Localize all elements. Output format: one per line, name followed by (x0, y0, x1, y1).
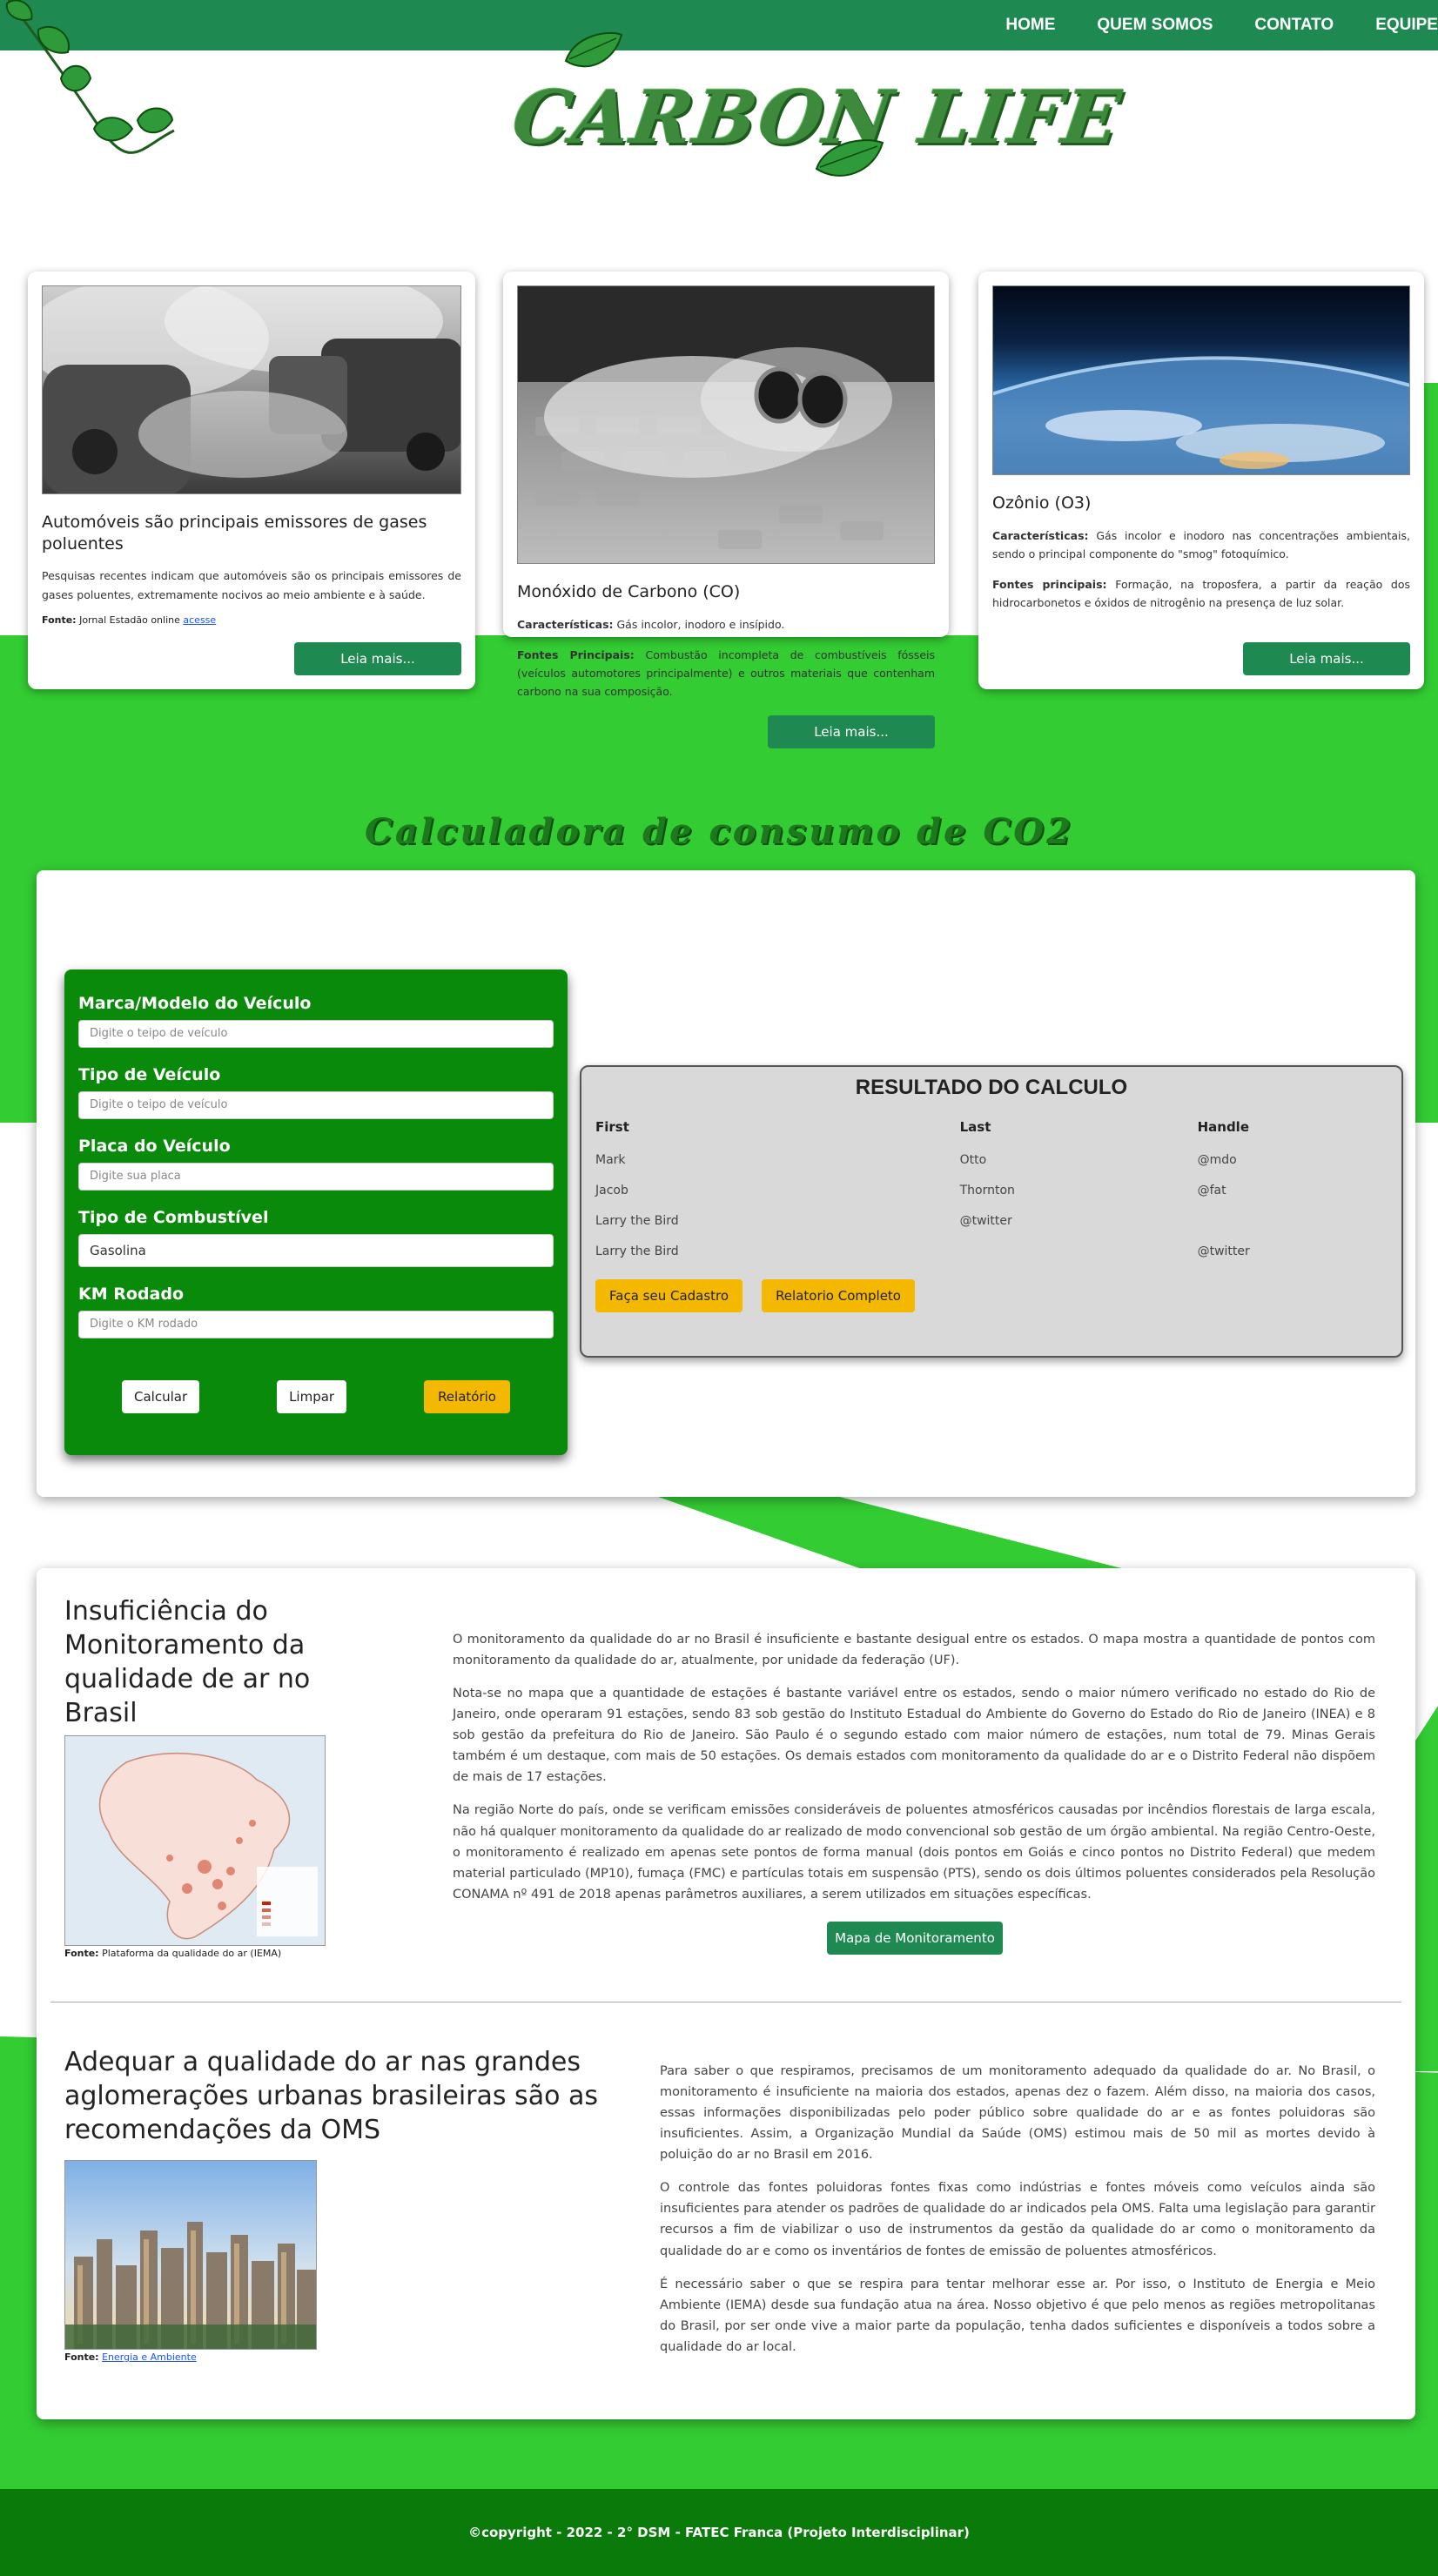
read-more-button[interactable]: Leia mais... (294, 642, 461, 675)
card-image-earth (992, 285, 1410, 475)
source-text: Plataforma da qualidade do ar (IEMA) (102, 1948, 282, 1959)
source-label: Fonte: (42, 614, 77, 626)
result-buttons: Faça seu Cadastro Relatorio Completo (595, 1279, 1388, 1312)
calculate-button[interactable]: Calcular (122, 1380, 200, 1413)
paragraph: Na região Norte do país, onde se verific… (453, 1803, 1375, 1902)
nav-equipe[interactable]: EQUIPE (1375, 16, 1438, 35)
characteristics-label: Características: (992, 528, 1089, 542)
source-link[interactable]: acesse (183, 614, 216, 626)
table-row: Larry the Bird @twitter (595, 1206, 1388, 1237)
read-more-button[interactable]: Leia mais... (768, 715, 935, 748)
nav-home[interactable]: HOME (1005, 16, 1055, 35)
map-source: Fonte: Plataforma da qualidade do ar (IE… (64, 1948, 281, 1959)
table-cell: @twitter (1197, 1244, 1250, 1258)
footer-copyright: ©copyright - 2022 - 2° DSM - FATEC Franc… (468, 2525, 970, 2540)
section-body: Para saber o que respiramos, precisamos … (660, 2061, 1375, 2370)
field-label: KM Rodado (78, 1285, 185, 1304)
leaf-icon (564, 31, 623, 68)
card-image-traffic (42, 285, 461, 494)
table-row: Mark Otto @mdo (595, 1145, 1388, 1176)
fuel-type-select[interactable]: Gasolina (78, 1234, 554, 1267)
card-characteristics: Características: Gás incolor, inodoro e … (517, 615, 935, 634)
result-table: First Last Handle Mark Otto @mdo Jacob T… (595, 1114, 1388, 1267)
city-source: Fonte: Energia e Ambiente (64, 2351, 197, 2363)
article-card-automoveis: Automóveis são principais emissores de g… (28, 272, 475, 689)
table-cell: @twitter (959, 1214, 1012, 1228)
table-cell (1198, 1206, 1388, 1237)
table-cell: @fat (1197, 1184, 1226, 1197)
table-cell: Larry the Bird (595, 1214, 679, 1228)
article-card-ozonio: Ozônio (O3) Características: Gás incolor… (978, 272, 1424, 689)
paragraph: O monitoramento da qualidade do ar no Br… (453, 1633, 1375, 1668)
vehicle-model-input[interactable]: Digite o teipo de veículo (78, 1020, 554, 1048)
calculator-form: Marca/Modelo do Veículo Digite o teipo d… (64, 969, 568, 1455)
section-body: O monitoramento da qualidade do ar no Br… (453, 1629, 1375, 1917)
full-report-button[interactable]: Relatorio Completo (762, 1279, 915, 1312)
nav-contato[interactable]: CONTATO (1254, 16, 1334, 35)
card-image-exhaust (517, 285, 935, 564)
result-title: RESULTADO DO CALCULO (855, 1076, 1128, 1099)
card-sources: Fontes principais: Formação, na troposfe… (992, 575, 1410, 613)
source-label: Fonte: (64, 1948, 99, 1959)
card-title: Automóveis são principais emissores de g… (42, 513, 427, 553)
sources-label: Fontes principais: (992, 578, 1107, 592)
table-cell: Larry the Bird (595, 1244, 679, 1258)
source-label: Fonte: (64, 2351, 99, 2363)
monitoring-map-image (64, 1735, 326, 1946)
paragraph: Para saber o que respiramos, precisamos … (660, 2064, 1375, 2163)
nav-links: HOME QUEM SOMOS CONTATO EQUIPE (1005, 0, 1438, 50)
footer: ©copyright - 2022 - 2° DSM - FATEC Franc… (0, 2489, 1438, 2576)
vehicle-type-input[interactable]: Digite o teipo de veículo (78, 1091, 554, 1119)
column-header: Handle (1197, 1119, 1250, 1135)
card-text: Pesquisas recentes indicam que automóvei… (42, 569, 461, 601)
column-header: First (595, 1119, 629, 1135)
card-sources: Fontes Principais: Combustão incompleta … (517, 646, 935, 701)
table-header-row: First Last Handle (595, 1114, 1388, 1145)
nav-quem-somos[interactable]: QUEM SOMOS (1097, 16, 1213, 35)
paragraph: Nota-se no mapa que a quantidade de esta… (453, 1687, 1375, 1785)
result-panel: RESULTADO DO CALCULO First Last Handle M… (580, 1065, 1403, 1358)
card-title: Ozônio (O3) (992, 493, 1092, 513)
monitoring-map-button[interactable]: Mapa de Monitoramento (827, 1922, 1003, 1955)
table-row: Jacob Thornton @fat (595, 1176, 1388, 1206)
calculator-title: Calculadora de consumo de CO2 (365, 811, 1073, 852)
section-title: Adequar a qualidade do ar nas grandes ag… (64, 2047, 598, 2145)
form-buttons: Calcular Limpar Relatório (78, 1356, 554, 1413)
characteristics-label: Características: (517, 617, 614, 631)
card-title: Monóxido de Carbono (CO) (517, 582, 741, 601)
section-title: Insuficiência do Monitoramento da qualid… (64, 1596, 311, 1728)
field-label: Placa do Veículo (78, 1137, 231, 1156)
table-cell: Mark (595, 1153, 626, 1167)
clear-button[interactable]: Limpar (277, 1380, 347, 1413)
table-cell: Jacob (595, 1184, 628, 1197)
leaves-decoration-icon (5, 0, 175, 154)
article-card-monoxido: Monóxido de Carbono (CO) Características… (503, 272, 949, 698)
table-cell: Thornton (959, 1184, 1015, 1197)
signup-button[interactable]: Faça seu Cadastro (595, 1279, 743, 1312)
card-characteristics: Características: Gás incolor e inodoro n… (992, 527, 1410, 564)
km-input[interactable]: Digite o KM rodado (78, 1311, 554, 1338)
read-more-button[interactable]: Leia mais... (1243, 642, 1410, 675)
source-text: Jornal Estadão online (79, 614, 180, 626)
sources-label: Fontes Principais: (517, 647, 635, 661)
paragraph: O controle das fontes poluidoras fontes … (660, 2181, 1375, 2258)
leaf-icon (815, 139, 884, 177)
table-row: Larry the Bird @twitter (595, 1237, 1388, 1267)
table-cell: Otto (959, 1153, 987, 1167)
table-cell (960, 1237, 1198, 1267)
card-source: Fonte: Jornal Estadão online acesse (42, 614, 461, 626)
table-cell: @mdo (1197, 1153, 1237, 1167)
report-button[interactable]: Relatório (424, 1380, 510, 1413)
field-label: Marca/Modelo do Veículo (78, 994, 312, 1013)
field-label: Tipo de Veículo (78, 1065, 221, 1084)
plate-input[interactable]: Digite sua placa (78, 1163, 554, 1191)
paragraph: É necessário saber o que se respira para… (660, 2277, 1375, 2354)
characteristics-text: Gás incolor, inodoro e insípido. (616, 617, 785, 631)
column-header: Last (959, 1119, 991, 1135)
city-image (64, 2160, 317, 2350)
logo[interactable]: CARBON LIFE (505, 26, 1127, 183)
source-link[interactable]: Energia e Ambiente (102, 2351, 197, 2363)
field-label: Tipo de Combustível (78, 1208, 269, 1227)
